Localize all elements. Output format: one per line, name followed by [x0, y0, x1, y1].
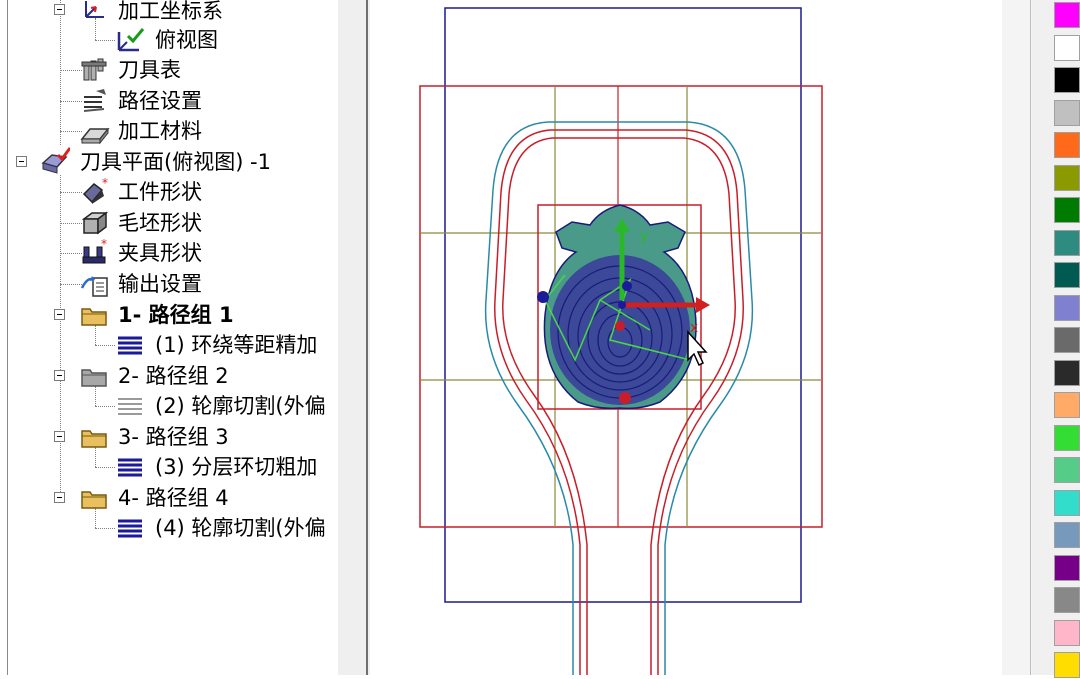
- svg-text:*: *: [102, 178, 108, 190]
- color-swatch[interactable]: [1054, 522, 1080, 548]
- color-swatch[interactable]: [1054, 457, 1080, 483]
- tool-table-icon: [81, 58, 107, 81]
- color-swatch[interactable]: [1054, 164, 1080, 191]
- material-icon: [80, 127, 110, 145]
- color-palette[interactable]: [1032, 0, 1080, 678]
- output-settings-icon: [80, 276, 108, 297]
- tree-item-label: 3- 路径组 3: [118, 425, 229, 449]
- tree-item-toolpath-1[interactable]: (1) 环绕等距精加: [0, 330, 338, 360]
- color-swatch[interactable]: [1054, 619, 1080, 646]
- tree-item-label: 输出设置: [118, 272, 202, 296]
- toolpath-icon: [118, 336, 142, 355]
- tree-item-output-settings[interactable]: 输出设置: [0, 269, 338, 299]
- tree-item-label: (3) 分层环切粗加: [155, 455, 318, 479]
- tree-item-fixture-shape[interactable]: * 夹具形状: [0, 238, 338, 268]
- tree-item-label: 1- 路径组 1: [118, 303, 234, 327]
- tree-item-label: 4- 路径组 4: [118, 486, 229, 510]
- cut-contour: [502, 137, 588, 675]
- point-marker: [618, 301, 626, 309]
- tree-item-label: 夹具形状: [118, 241, 202, 265]
- tree-item-label: 2- 路径组 2: [118, 364, 229, 388]
- tree-item-top-view[interactable]: 俯视图: [0, 25, 338, 55]
- tree-item-toolpath-3[interactable]: (3) 分层环切粗加: [0, 452, 338, 482]
- tree-item-label: 加工材料: [118, 119, 202, 143]
- point-marker: [619, 392, 631, 404]
- folder-icon: [81, 308, 107, 326]
- color-swatch[interactable]: [1054, 229, 1080, 256]
- tree-item-material[interactable]: 加工材料: [0, 116, 338, 146]
- folder-icon: [81, 491, 107, 509]
- tree-item-label: (4) 轮廓切割(外偏: [155, 516, 326, 540]
- point-marker: [622, 281, 632, 291]
- color-swatch[interactable]: [1054, 652, 1080, 678]
- point-marker: [615, 321, 625, 331]
- path-settings-icon: [83, 89, 106, 112]
- color-swatch[interactable]: [1054, 67, 1080, 93]
- toolpath-viewport[interactable]: y x: [370, 0, 1002, 675]
- tree-item-label: 路径设置: [118, 89, 202, 113]
- tree-item-stock-shape[interactable]: 毛坯形状: [0, 208, 338, 238]
- tree-item-path-group-4[interactable]: 4- 路径组 4: [0, 483, 338, 513]
- color-swatch[interactable]: [1054, 34, 1080, 61]
- toolpath-drawing[interactable]: y x: [370, 0, 1002, 675]
- workpiece-shape-icon: *: [82, 178, 108, 204]
- viewport-right-border: [1002, 0, 1032, 675]
- color-swatch[interactable]: [1054, 489, 1080, 516]
- stock-shape-icon: [81, 211, 109, 235]
- color-swatch[interactable]: [1054, 197, 1080, 223]
- panel-splitter[interactable]: [338, 0, 370, 675]
- tool-plane-icon: [41, 147, 70, 174]
- tree-item-label: 工件形状: [118, 180, 202, 204]
- tree-item-path-group-2[interactable]: 2- 路径组 2: [0, 361, 338, 391]
- tree-item-label: 毛坯形状: [118, 211, 202, 235]
- svg-text:*: *: [101, 239, 107, 251]
- color-swatch[interactable]: [1054, 99, 1080, 126]
- tree-item-path-group-3[interactable]: 3- 路径组 3: [0, 422, 338, 452]
- color-swatch[interactable]: [1054, 262, 1080, 288]
- project-tree[interactable]: 加工坐标系 俯视图 刀具表 路径设置 加工材料 刀具平面(俯视图) -1 * 工…: [0, 0, 338, 675]
- top-view-icon: [117, 28, 145, 52]
- tree-item-coordinate-system[interactable]: 加工坐标系: [0, 0, 338, 26]
- folder-icon: [81, 430, 107, 448]
- color-swatch[interactable]: [1054, 424, 1080, 451]
- color-swatch[interactable]: [1054, 359, 1080, 386]
- tree-item-label: (2) 轮廓切割(外偏: [155, 394, 326, 418]
- toolpath-disabled-icon: [118, 398, 142, 415]
- coordinate-system-icon: [85, 1, 104, 18]
- point-marker: [537, 291, 549, 303]
- tree-item-label: 加工坐标系: [118, 0, 223, 23]
- tree-item-label: 刀具表: [118, 58, 181, 82]
- tree-item-label: 俯视图: [155, 28, 218, 52]
- splitter-edge: [366, 0, 368, 675]
- svg-text:y: y: [640, 228, 648, 244]
- tree-item-label: 刀具平面(俯视图) -1: [80, 150, 271, 174]
- color-swatch[interactable]: [1054, 554, 1080, 581]
- tree-item-path-settings[interactable]: 路径设置: [0, 86, 338, 116]
- color-swatch[interactable]: [1054, 587, 1080, 613]
- tree-item-toolpath-2[interactable]: (2) 轮廓切割(外偏: [0, 391, 338, 421]
- tree-item-toolpath-4[interactable]: (4) 轮廓切割(外偏: [0, 513, 338, 543]
- folder-gray-icon: [81, 369, 107, 387]
- border-edge: [1030, 0, 1031, 675]
- tree-item-path-group-1[interactable]: 1- 路径组 1: [0, 300, 338, 330]
- fixture-shape-icon: *: [82, 239, 107, 264]
- toolpath-icon: [118, 519, 142, 538]
- svg-text:x: x: [690, 320, 698, 336]
- tree-item-tool-plane[interactable]: 刀具平面(俯视图) -1: [0, 147, 338, 177]
- tree-item-tool-table[interactable]: 刀具表: [0, 55, 338, 85]
- color-swatch[interactable]: [1054, 2, 1080, 28]
- color-swatch[interactable]: [1054, 294, 1080, 321]
- x-axis-arrow: [696, 297, 710, 313]
- toolpath-icon: [118, 458, 142, 477]
- color-swatch[interactable]: [1054, 392, 1080, 418]
- tree-item-workpiece-shape[interactable]: * 工件形状: [0, 177, 338, 207]
- color-swatch[interactable]: [1054, 132, 1080, 158]
- color-swatch[interactable]: [1054, 327, 1080, 353]
- tree-item-label: (1) 环绕等距精加: [155, 333, 318, 357]
